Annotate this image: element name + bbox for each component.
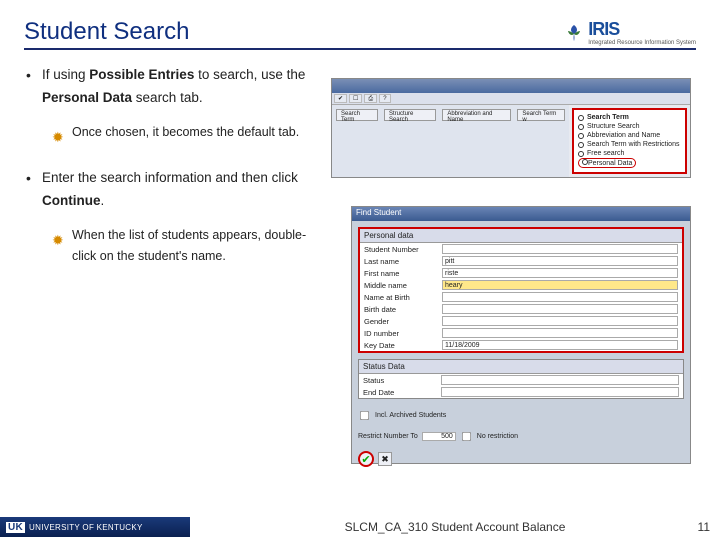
personal-data-panel: Personal data Student Number Last namepi… (358, 227, 684, 353)
page-number: 11 (698, 520, 710, 534)
logo-subtext: Integrated Resource Information System (588, 40, 696, 46)
logo-text: IRIS (588, 19, 696, 40)
tab: Search Term w (517, 109, 565, 121)
search-options-panel: Search Term Structure Search Abbreviatio… (572, 108, 687, 174)
iris-logo: IRIS Integrated Resource Information Sys… (564, 19, 696, 46)
tab: Structure Search (384, 109, 436, 121)
status-data-panel: Status Data Status End Date (358, 359, 684, 399)
bullet-2: Enter the search information and then cl… (24, 167, 319, 267)
star-icon: ✹ (52, 126, 64, 150)
page-title: Student Search (24, 18, 189, 46)
screenshot-find-student: Find Student Personal data Student Numbe… (351, 206, 691, 464)
iris-flower-icon (564, 23, 584, 43)
continue-button: ✔ (358, 451, 374, 467)
archived-checkbox (360, 411, 369, 420)
footer-course: SLCM_CA_310 Student Account Balance (190, 520, 720, 534)
cancel-button: ✖ (378, 452, 392, 466)
tab: Search Term (336, 109, 378, 121)
star-icon: ✹ (52, 229, 64, 253)
text-column: If using Possible Entries to search, use… (24, 64, 319, 292)
window-title: Find Student (352, 207, 690, 221)
tab: Abbreviation and Name (442, 109, 511, 121)
personal-data-option: Personal Data (578, 158, 636, 168)
slide-header: Student Search IRIS Integrated Resource … (24, 18, 696, 50)
norestrict-checkbox (462, 432, 471, 441)
bullet-1-sub: ✹ Once chosen, it becomes the default ta… (52, 122, 319, 143)
screenshot-search-tabs: ✔☐⎙? Search Term Structure Search Abbrev… (331, 78, 691, 178)
bullet-2-sub: ✹ When the list of students appears, dou… (52, 225, 319, 268)
uk-logo: UK UNIVERSITY OF KENTUCKY (0, 517, 190, 537)
slide-footer: UK UNIVERSITY OF KENTUCKY SLCM_CA_310 St… (0, 514, 720, 540)
bullet-1: If using Possible Entries to search, use… (24, 64, 319, 143)
